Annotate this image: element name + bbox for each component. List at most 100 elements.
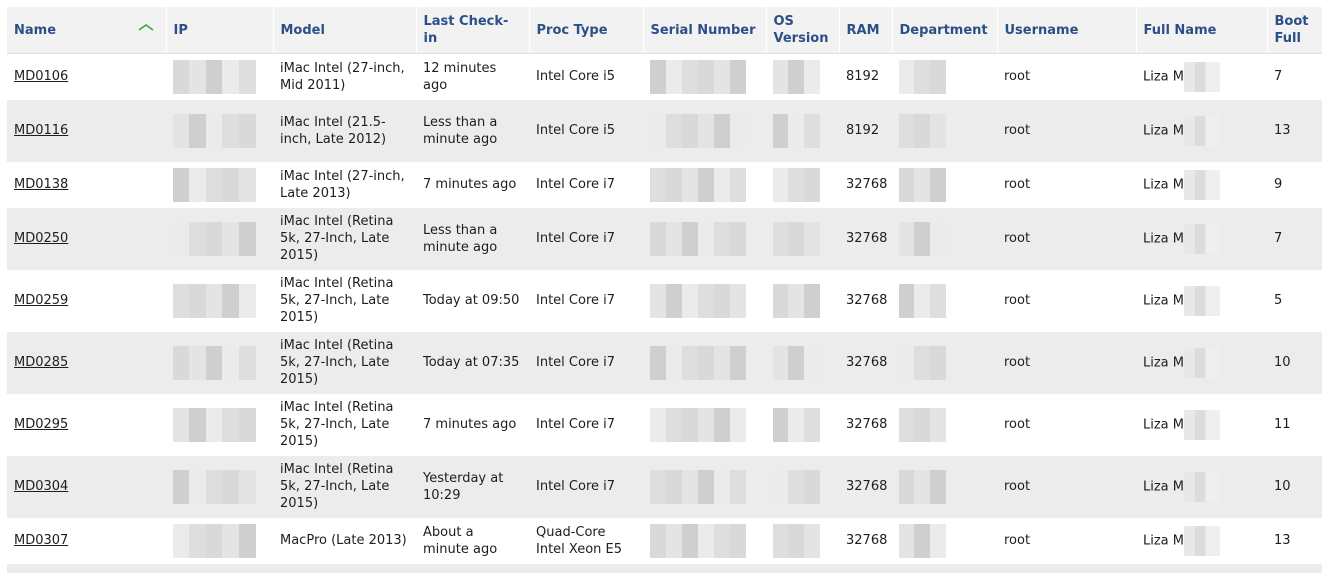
- cell-full-name: Liza M: [1136, 331, 1267, 394]
- cell-serial-number: [643, 393, 766, 456]
- table-row[interactable]: MD0295 iMac Intel (Retina 5k, 27-Inch, La…: [7, 393, 1322, 456]
- computer-link[interactable]: MD0285: [14, 355, 68, 370]
- cell-text: Today at 09:50: [423, 293, 520, 308]
- cell-ip: [166, 331, 273, 394]
- column-header-label: IP: [173, 22, 188, 38]
- computers-table: Name IP Model Last Check-in Proc Type Se…: [7, 7, 1322, 564]
- table-row[interactable]: MD0138 iMac Intel (27-inch, Late 2013) 7 m…: [7, 161, 1322, 208]
- full-name-text: Liza M: [1143, 177, 1184, 192]
- cell-text: iMac Intel (Retina 5k, 27-Inch, Late 201…: [280, 338, 394, 387]
- cell-text: 7 minutes ago: [423, 417, 517, 432]
- computer-link[interactable]: MD0138: [14, 177, 68, 192]
- computer-link[interactable]: MD0259: [14, 293, 68, 308]
- computer-link[interactable]: MD0116: [14, 123, 68, 138]
- column-header-ram[interactable]: RAM: [838, 7, 892, 54]
- cell-boot-full: 10: [1267, 455, 1322, 518]
- column-header-last-checkin[interactable]: Last Check-in: [415, 7, 529, 54]
- table-row[interactable]: MD0106 iMac Intel (27-inch, Mid 2011) 12 m…: [7, 53, 1322, 100]
- cell-text: Yesterday at 10:29: [423, 470, 504, 503]
- column-header-proc-type[interactable]: Proc Type: [528, 7, 643, 54]
- table-row[interactable]: MD0116 iMac Intel (21.5-inch, Late 2012) L…: [7, 99, 1322, 162]
- cell-last-checkin: 7 minutes ago: [416, 161, 529, 208]
- cell-serial-number: [643, 99, 766, 162]
- redacted-value: [1184, 471, 1220, 502]
- table-row[interactable]: MD0307 MacPro (Late 2013) About a minute a…: [7, 517, 1322, 564]
- redacted-value: [1184, 115, 1220, 146]
- cell-os-version: [766, 161, 839, 208]
- cell-text: 8192: [846, 123, 880, 138]
- table-row[interactable]: MD0304 iMac Intel (Retina 5k, 27-Inch, La…: [7, 455, 1322, 518]
- cell-proc-type: Intel Core i5: [529, 99, 643, 162]
- table-row[interactable]: MD0250 iMac Intel (Retina 5k, 27-Inch, La…: [7, 207, 1322, 270]
- cell-ram: 32768: [839, 393, 892, 456]
- cell-username: root: [997, 517, 1136, 564]
- column-header-label: Model: [280, 22, 325, 38]
- column-header-label: Full Name: [1143, 22, 1217, 38]
- computer-link[interactable]: MD0307: [14, 533, 68, 548]
- column-header-name[interactable]: Name: [7, 7, 166, 54]
- cell-text: 32768: [846, 293, 888, 308]
- cell-boot-full: 5: [1267, 269, 1322, 332]
- cell-text: 9: [1274, 177, 1283, 192]
- redacted-value: [173, 221, 256, 256]
- redacted-value: [899, 345, 946, 380]
- column-header-label: Proc Type: [536, 22, 608, 38]
- table-row[interactable]: MD0259 iMac Intel (Retina 5k, 27-Inch, La…: [7, 269, 1322, 332]
- redacted-value: [899, 167, 946, 202]
- cell-text: 32768: [846, 231, 888, 246]
- redacted-value: [173, 59, 256, 94]
- cell-model: MacPro (Late 2013): [273, 517, 416, 564]
- cell-os-version: [766, 331, 839, 394]
- column-header-serial-number[interactable]: Serial Number: [642, 7, 766, 54]
- table-header-row: Name IP Model Last Check-in Proc Type Se…: [7, 7, 1322, 54]
- redacted-value: [773, 221, 820, 256]
- column-header-boot-full[interactable]: Boot Full: [1266, 7, 1322, 54]
- cell-text: Intel Core i7: [536, 293, 616, 308]
- cell-name: MD0106: [7, 53, 166, 100]
- cell-boot-full: 13: [1267, 99, 1322, 162]
- cell-text: root: [1004, 417, 1031, 432]
- redacted-value: [1184, 223, 1220, 254]
- redacted-value: [899, 283, 946, 318]
- cell-serial-number: [643, 517, 766, 564]
- computer-link[interactable]: MD0250: [14, 231, 68, 246]
- computer-link[interactable]: MD0106: [14, 69, 68, 84]
- column-header-label: RAM: [846, 22, 880, 38]
- column-header-ip[interactable]: IP: [165, 7, 273, 54]
- table-footer-strip: [7, 563, 1322, 573]
- cell-text: 11: [1274, 417, 1291, 432]
- cell-text: Intel Core i5: [536, 69, 616, 85]
- cell-username: root: [997, 331, 1136, 394]
- cell-username: root: [997, 207, 1136, 270]
- table-row[interactable]: MD0285 iMac Intel (Retina 5k, 27-Inch, La…: [7, 331, 1322, 394]
- cell-model: iMac Intel (Retina 5k, 27-Inch, Late 201…: [273, 331, 416, 394]
- redacted-value: [899, 113, 946, 148]
- cell-last-checkin: Less than a minute ago: [416, 207, 529, 270]
- cell-serial-number: [643, 207, 766, 270]
- cell-name: MD0295: [7, 393, 166, 456]
- cell-text: Intel Core i7: [536, 231, 616, 246]
- cell-boot-full: 9: [1267, 161, 1322, 208]
- chevron-up-icon[interactable]: [136, 21, 156, 33]
- redacted-value: [173, 345, 256, 380]
- cell-full-name: Liza M: [1136, 53, 1267, 100]
- redacted-value: [1184, 409, 1220, 440]
- cell-department: [892, 99, 997, 162]
- column-header-os-version[interactable]: OS Version: [765, 7, 839, 54]
- column-header-username[interactable]: Username: [996, 7, 1136, 54]
- cell-text: Quad-Core Intel Xeon E5: [536, 524, 623, 557]
- cell-name: MD0138: [7, 161, 166, 208]
- full-name-text: Liza M: [1143, 69, 1184, 85]
- column-header-model[interactable]: Model: [272, 7, 416, 54]
- computer-link[interactable]: MD0304: [14, 479, 68, 494]
- column-header-full-name[interactable]: Full Name: [1135, 7, 1267, 54]
- cell-text: MacPro (Late 2013): [280, 533, 407, 548]
- redacted-value: [773, 407, 820, 442]
- cell-username: root: [997, 455, 1136, 518]
- column-header-department[interactable]: Department: [891, 7, 997, 54]
- computer-link[interactable]: MD0295: [14, 417, 68, 432]
- redacted-value: [650, 283, 746, 318]
- cell-text: 32768: [846, 417, 888, 432]
- cell-last-checkin: About a minute ago: [416, 517, 529, 564]
- cell-full-name: Liza M: [1136, 455, 1267, 518]
